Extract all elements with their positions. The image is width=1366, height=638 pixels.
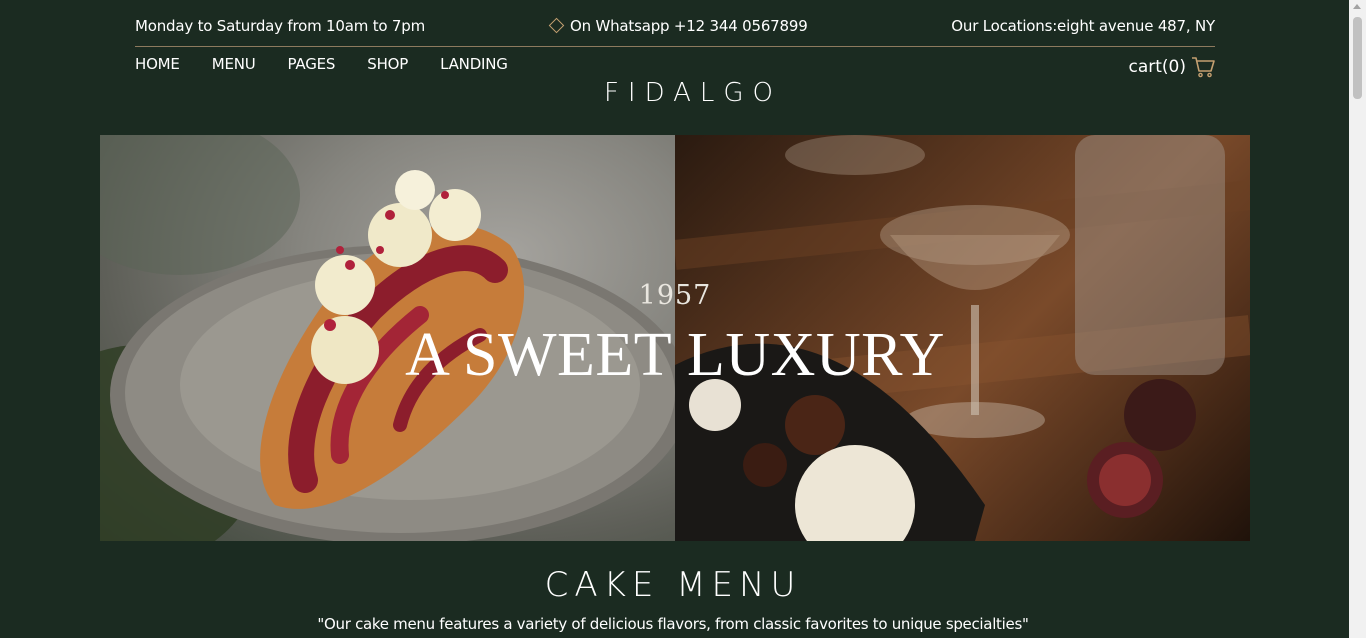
nav-item-shop[interactable]: SHOP (367, 55, 408, 73)
brand-logo[interactable]: FIDALGO (0, 78, 1366, 108)
cart-icon (1192, 57, 1215, 78)
whatsapp-contact[interactable]: On Whatsapp +12 344 0567899 (548, 17, 808, 35)
location-text: Our Locations:eight avenue 487, NY (951, 17, 1215, 35)
nav-item-landing[interactable]: LANDING (440, 55, 508, 73)
vertical-scrollbar[interactable] (1349, 0, 1366, 638)
nav-item-pages[interactable]: PAGES (288, 55, 336, 73)
scroll-up-arrow-icon[interactable] (1353, 4, 1361, 9)
cart-label: cart(0) (1128, 57, 1187, 77)
scrollbar-thumb[interactable] (1353, 17, 1362, 99)
hero-text: 1957 A SWEET LUXURY (100, 135, 1250, 541)
cake-menu-title: CAKE MENU (544, 565, 802, 605)
hero-banner: 1957 A SWEET LUXURY (100, 135, 1250, 541)
diamond-icon (548, 17, 565, 33)
page: Monday to Saturday from 10am to 7pm On W… (0, 0, 1349, 638)
opening-hours: Monday to Saturday from 10am to 7pm (135, 17, 426, 35)
cake-menu-description: "Our cake menu features a variety of del… (317, 615, 1029, 633)
hero-year: 1957 (638, 280, 712, 311)
nav-item-home[interactable]: HOME (135, 55, 180, 73)
main-nav: HOME MENU PAGES SHOP LANDING (135, 55, 540, 73)
whatsapp-text: On Whatsapp +12 344 0567899 (570, 17, 808, 35)
nav-item-menu[interactable]: MENU (212, 55, 256, 73)
header-divider (135, 46, 1215, 47)
top-info-bar: Monday to Saturday from 10am to 7pm On W… (135, 17, 1215, 39)
cart-button[interactable]: cart(0) (1129, 56, 1216, 78)
hero-title: A SWEET LUXURY (405, 321, 945, 389)
